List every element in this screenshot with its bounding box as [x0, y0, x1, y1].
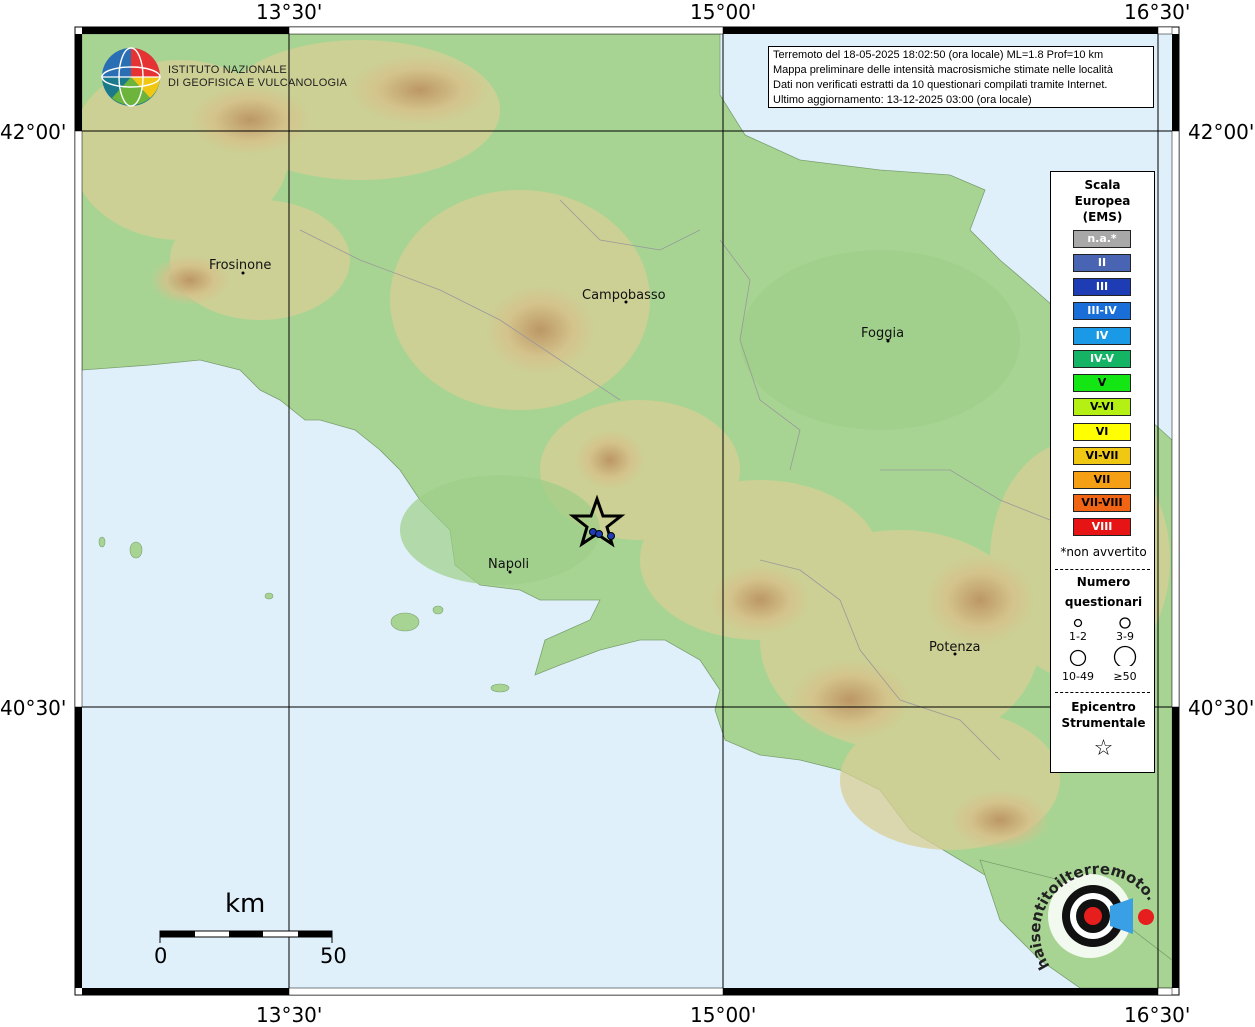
city-campobasso: Campobasso [582, 288, 666, 303]
legend-note: *non avvertito [1060, 545, 1147, 559]
event-info-line-1: Terremoto del 18-05-2025 18:02:50 (ora l… [773, 49, 1104, 61]
legend-count-50: ≥50 [1113, 670, 1137, 683]
event-info-line-4: Ultimo aggiornamento: 13-12-2025 03:00 (… [773, 94, 1032, 106]
legend-count-title-1: Numero [1076, 575, 1131, 589]
ingv-line-2: DI GEOFISICA E VULCANOLOGIA [168, 77, 347, 89]
lon-label-bottom-3: 16°30' [1124, 1003, 1191, 1027]
legend-divider [1055, 569, 1150, 570]
legend-level-na: n.a.* [1073, 230, 1131, 248]
legend-level-5-6: V-VI [1073, 398, 1131, 416]
legend-title-2: Europea [1074, 194, 1131, 208]
legend-divider-2 [1055, 692, 1150, 693]
legend-epicenter-2: Strumentale [1061, 716, 1146, 730]
legend-level-3-4: III-IV [1073, 302, 1131, 320]
legend-title: Scala Europea (EMS) [1051, 177, 1154, 225]
event-info-line-2: Mappa preliminare delle intensità macros… [773, 64, 1113, 76]
scale-end: 50 [320, 944, 347, 968]
event-info-line-3: Dati non verificati estratti da 10 quest… [773, 79, 1108, 91]
legend-count-1-2: 1-2 [1069, 630, 1087, 643]
legend-count-title-2: questionari [1064, 595, 1143, 609]
legend-count-3-9: 3-9 [1116, 630, 1134, 643]
city-foggia: Foggia [861, 326, 905, 341]
haisentito-url: haisentitoilterremoto.it [1030, 856, 1160, 973]
legend-level-4-5: IV-V [1073, 350, 1131, 368]
lon-label-bottom-1: 13°30' [256, 1003, 323, 1027]
legend-level-6: VI [1073, 423, 1131, 441]
scale-unit: km [225, 889, 266, 919]
lat-label-right-2: 40°30' [1188, 696, 1255, 720]
legend-level-5: V [1073, 374, 1131, 392]
legend-star-icon: ☆ [1093, 736, 1114, 761]
legend-level-8: VIII [1073, 518, 1131, 536]
legend-level-7: VII [1073, 471, 1131, 489]
ingv-logo-text: ISTITUTO NAZIONALE DI GEOFISICA E VULCAN… [168, 64, 347, 90]
ems-legend: Scala Europea (EMS) n.a.* II III III-IV … [1050, 171, 1155, 773]
city-potenza: Potenza [929, 640, 981, 655]
svg-text:haisentitoilterremoto.it: haisentitoilterremoto.it [1030, 856, 1160, 973]
event-info-box: Terremoto del 18-05-2025 18:02:50 (ora l… [768, 46, 1154, 108]
legend-count-10-49: 10-49 [1062, 670, 1094, 683]
capri-island [390, 612, 420, 632]
lon-label-top-1: 13°30' [256, 0, 323, 24]
legend-level-4: IV [1073, 327, 1131, 345]
ingv-line-1: ISTITUTO NAZIONALE [168, 64, 287, 76]
legend-level-3: III [1073, 278, 1131, 296]
lat-label-right-1: 42°00' [1188, 120, 1255, 144]
legend-level-7-8: VII-VIII [1073, 494, 1131, 512]
lon-label-bottom-2: 15°00' [690, 1003, 757, 1027]
haisentito-text: haisentitoilterremoto.it [1030, 856, 1160, 973]
legend-level-2: II [1073, 254, 1131, 272]
city-napoli: Napoli [488, 557, 530, 572]
city-frosinone: Frosinone [209, 258, 272, 273]
legend-level-6-7: VI-VII [1073, 447, 1131, 465]
ingv-logo-icon [101, 47, 161, 107]
legend-title-3: (EMS) [1082, 210, 1123, 224]
lon-label-top-3: 16°30' [1124, 0, 1191, 24]
lat-label-left-1: 42°00' [0, 120, 67, 144]
legend-epicenter-1: Epicentro [1071, 700, 1136, 714]
legend-title-1: Scala [1084, 178, 1121, 192]
lon-label-top-2: 15°00' [690, 0, 757, 24]
scale-start: 0 [154, 944, 168, 968]
lat-label-left-2: 40°30' [0, 696, 67, 720]
